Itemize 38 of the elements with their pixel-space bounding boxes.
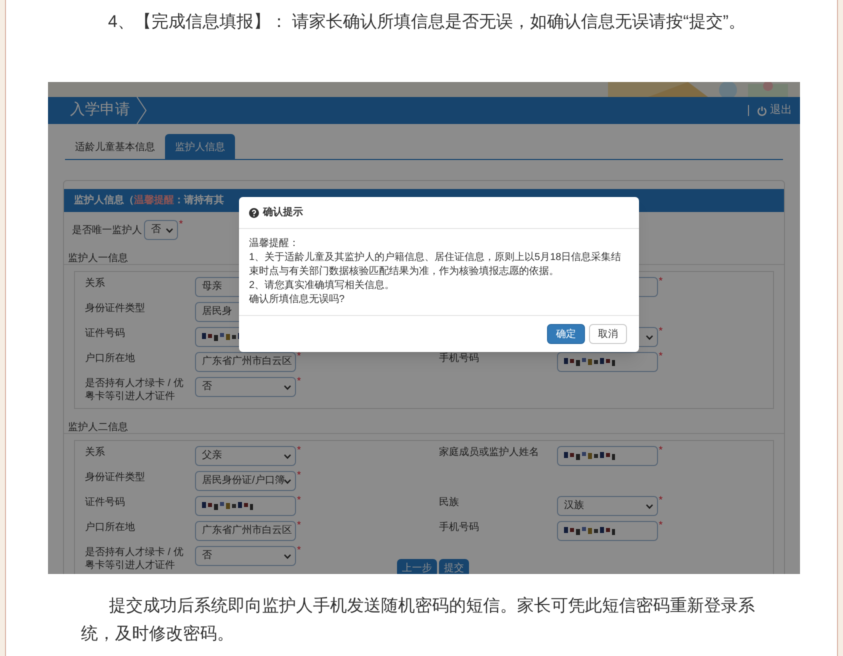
- field-label: 手机号码: [438, 521, 480, 534]
- field-label: 证件号码: [85, 496, 126, 509]
- required-mark: *: [297, 377, 301, 387]
- field-label: 关系: [85, 277, 106, 290]
- field-label: 家庭成员或监护人姓名: [438, 446, 540, 459]
- field-label: 手机号码: [438, 352, 480, 365]
- section-legend: 监护人二信息: [64, 420, 784, 434]
- required-mark: *: [297, 496, 301, 506]
- app-title: 入学申请: [69, 100, 131, 120]
- required-mark: *: [297, 471, 301, 481]
- dialog-text: 温馨提醒：: [249, 237, 300, 251]
- field-label: 是否持有人才绿卡 / 优粤卡等引进人才证件: [85, 546, 184, 572]
- required-mark: *: [658, 496, 663, 506]
- required-mark: *: [658, 277, 663, 287]
- required-mark: *: [297, 546, 301, 556]
- field-label: 是否唯一监护人: [72, 224, 142, 238]
- panel-title: 监护人信息（温馨提醒：请持有其: [74, 193, 224, 208]
- required-mark: *: [297, 352, 301, 362]
- field-label: 户口所在地: [85, 352, 136, 365]
- required-mark: *: [297, 521, 301, 531]
- field-label: 民族: [438, 496, 460, 509]
- result-paragraph: 提交成功后系统即向监护人手机发送随机密码的短信。家长可凭此短信密码重新登录系统，及时修改密码。: [80, 595, 756, 645]
- required-mark: *: [658, 352, 663, 362]
- required-mark: *: [658, 446, 663, 456]
- field-label: 证件号码: [85, 327, 126, 340]
- required-mark: *: [658, 327, 663, 337]
- field-label: 身份证件类型: [85, 471, 146, 484]
- field-label: 身份证件类型: [85, 302, 146, 315]
- field-label: 关系: [85, 446, 106, 459]
- required-mark: *: [658, 521, 663, 531]
- required-mark: *: [179, 220, 183, 230]
- instruction-paragraph: 4、【完成信息填报】： 请家长确认所填信息是否无误，如确认信息无误请按“提交”。: [107, 11, 746, 33]
- required-mark: *: [297, 446, 301, 456]
- dialog-text: 2、请您真实准确填写相关信息。: [249, 279, 396, 293]
- dialog-title: 确认提示: [263, 206, 303, 220]
- dialog-text: 确认所填信息无误吗?: [249, 293, 346, 307]
- field-label: 是否持有人才绿卡 / 优粤卡等引进人才证件: [85, 377, 184, 403]
- field-label: 户口所在地: [85, 521, 136, 534]
